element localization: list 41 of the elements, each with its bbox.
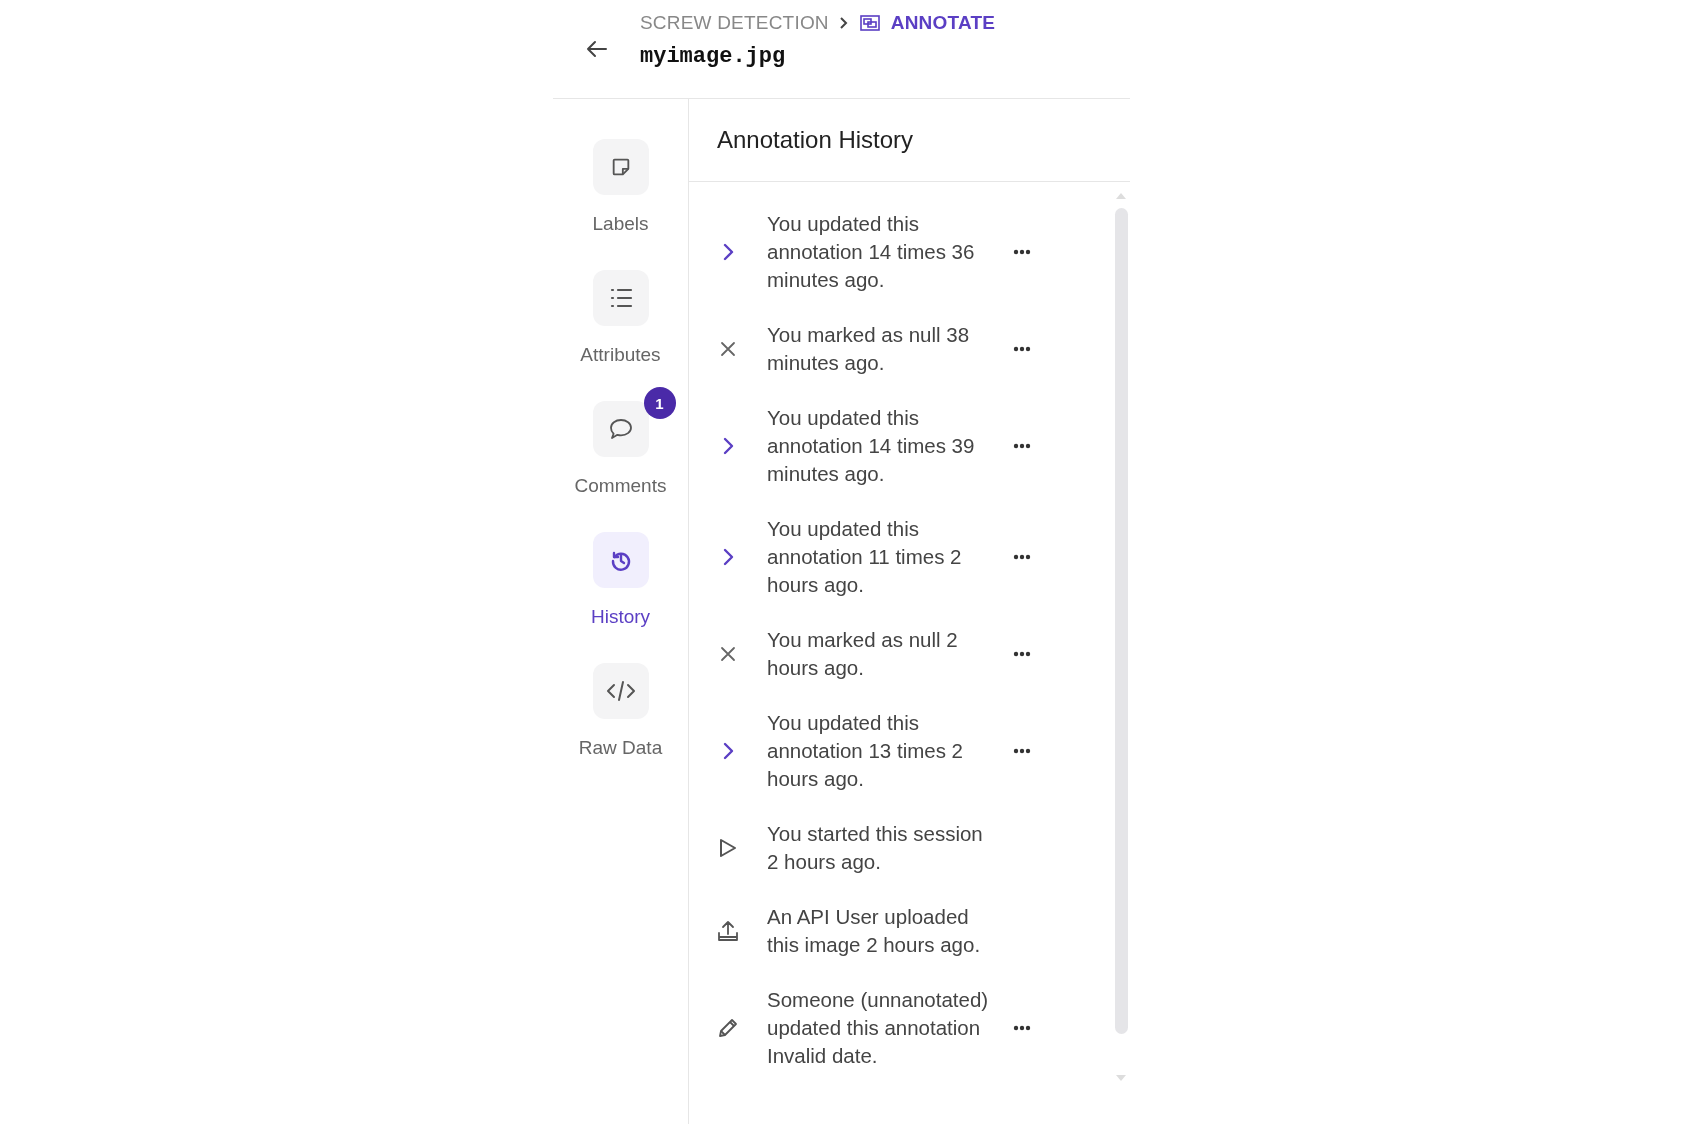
chevron-right-icon <box>838 15 849 30</box>
history-entry-text: Someone (unnanotated) updated this annotation Invalid date. <box>767 987 990 1069</box>
more-icon <box>1013 748 1031 754</box>
history-entry-text: You updated this annotation 11 times 2 hours ago. <box>767 516 963 598</box>
more-icon <box>1013 249 1031 255</box>
history-entry-text: You updated this annotation 14 times 36 minutes ago. <box>767 211 976 293</box>
sidebar-tab[interactable]: History <box>555 518 686 628</box>
bounding-box-icon <box>858 13 881 32</box>
chevron-right-icon[interactable] <box>722 548 734 566</box>
file-name: myimage.jpg <box>640 43 787 69</box>
breadcrumb-link[interactable]: SCREW DETECTION <box>640 11 829 34</box>
play-icon <box>719 838 737 858</box>
history-entry-text: You marked as null 38 minutes ago. <box>767 322 971 376</box>
cross-icon <box>720 646 736 662</box>
pencil-icon <box>717 1017 739 1039</box>
upload-icon <box>717 920 739 942</box>
more-icon <box>1013 443 1031 449</box>
history-entry-text: You started this session 2 hours ago. <box>767 821 984 875</box>
history-entry-text: An API User uploaded this image 2 hours ago. <box>767 904 982 958</box>
chevron-right-icon[interactable] <box>722 243 734 261</box>
breadcrumb-link[interactable]: ANNOTATE <box>890 11 996 34</box>
sidebar-tab[interactable]: Labels <box>555 125 686 235</box>
sidebar-tab[interactable]: 1 Comments <box>555 387 686 497</box>
more-icon <box>1013 346 1031 352</box>
list-icon <box>608 287 633 309</box>
more-icon <box>1013 651 1031 657</box>
sidebar-tab[interactable]: Attributes <box>555 256 686 366</box>
sidebar-tab[interactable]: Raw Data <box>555 649 686 759</box>
code-icon <box>605 680 636 702</box>
chevron-right-icon[interactable] <box>722 742 734 760</box>
cross-icon <box>720 341 736 357</box>
back-arrow-icon <box>585 40 608 58</box>
history-entry-text: You updated this annotation 13 times 2 hours ago. <box>767 710 965 792</box>
chevron-right-icon[interactable] <box>722 437 734 455</box>
speech-bubble-icon <box>608 418 633 440</box>
history-entry-text: You updated this annotation 14 times 39 minutes ago. <box>767 405 976 487</box>
history-entry-text: You marked as null 2 hours ago. <box>767 627 959 681</box>
more-icon <box>1013 1025 1031 1031</box>
count-badge: 1 <box>643 387 676 419</box>
more-icon <box>1013 554 1031 560</box>
panel-title: Annotation History <box>689 99 1130 182</box>
